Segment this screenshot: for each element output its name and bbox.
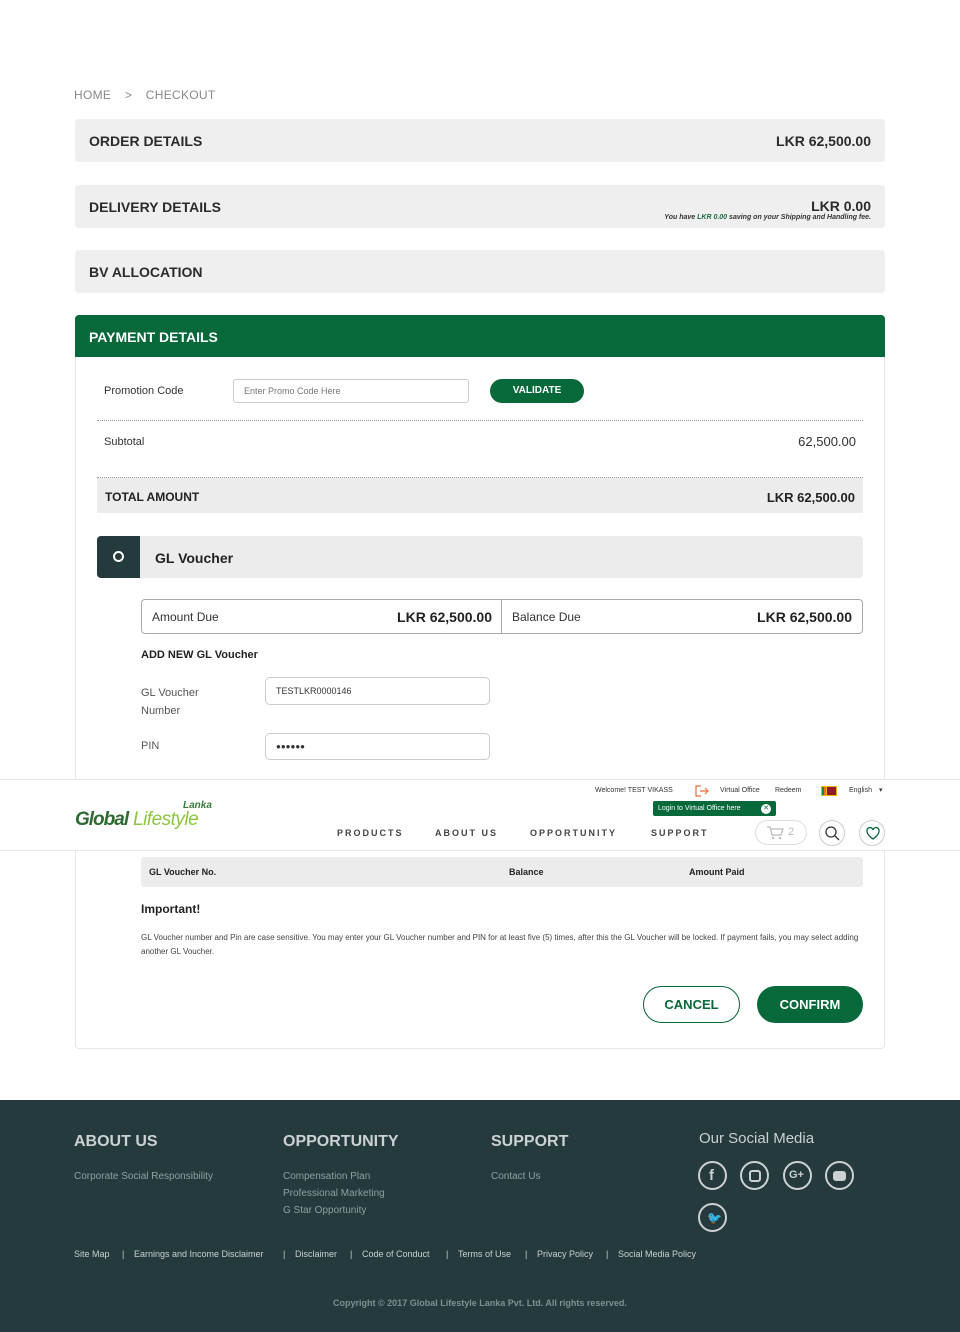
footer-link-contact[interactable]: Contact Us (491, 1171, 540, 1182)
footer-link-sitemap[interactable]: Site Map (74, 1249, 110, 1259)
twitter-icon[interactable]: 🐦 (698, 1203, 727, 1232)
footer-about-title: ABOUT US (74, 1133, 158, 1150)
footer-link-compensation[interactable]: Compensation Plan (283, 1171, 370, 1182)
breadcrumb-current: CHECKOUT (145, 88, 216, 102)
validate-button[interactable]: VALIDATE (490, 379, 584, 403)
pin-label: PIN (141, 740, 160, 752)
total-amount-value: LKR 62,500.00 (766, 490, 855, 505)
subtotal-value: 62,500.00 (798, 434, 856, 449)
delivery-savings-note: You have LKR 0.00 saving on your Shippin… (664, 214, 871, 221)
close-icon[interactable]: ✕ (761, 804, 771, 814)
facebook-icon[interactable]: f (698, 1161, 727, 1190)
balance-due-label: Balance Due (512, 610, 581, 624)
footer-link-csr[interactable]: Corporate Social Responsibility (74, 1171, 213, 1182)
payment-details-header[interactable]: PAYMENT DETAILS (75, 315, 885, 357)
delivery-details-title: DELIVERY DETAILS (89, 199, 221, 215)
payment-details-title: PAYMENT DETAILS (89, 329, 218, 345)
instagram-icon[interactable] (740, 1161, 769, 1190)
virtual-office-link[interactable]: Virtual Office (720, 787, 760, 794)
due-summary: Amount Due LKR 62,500.00 Balance Due LKR… (141, 599, 863, 634)
breadcrumb-home[interactable]: HOME (74, 88, 111, 102)
column-amount-paid: Amount Paid (689, 867, 745, 877)
gl-voucher-radio[interactable] (97, 536, 140, 578)
amount-due-value: LKR 62,500.00 (397, 609, 492, 625)
voucher-number-input[interactable]: TESTLKR0000146 (265, 677, 490, 705)
footer-link-code-of-conduct[interactable]: Code of Conduct (362, 1249, 430, 1259)
copyright-text: Copyright © 2017 Global Lifestyle Lanka … (333, 1298, 627, 1308)
footer-link-professional-marketing[interactable]: Professional Marketing (283, 1188, 385, 1199)
subtotal-label: Subtotal (104, 436, 145, 448)
nav-support[interactable]: SUPPORT (651, 828, 709, 838)
google-plus-icon[interactable]: G+ (783, 1161, 812, 1190)
important-text: GL Voucher number and Pin are case sensi… (141, 933, 859, 956)
cart-icon (767, 826, 784, 840)
nav-about-us[interactable]: ABOUT US (435, 828, 498, 838)
wishlist-button[interactable] (859, 820, 885, 846)
footer-link-terms[interactable]: Terms of Use (458, 1249, 511, 1259)
logout-icon[interactable] (695, 785, 709, 797)
pin-input[interactable]: ●●●●●● (265, 733, 490, 760)
add-new-voucher-heading: ADD NEW GL Voucher (141, 649, 258, 661)
site-footer: ABOUT US Corporate Social Responsibility… (0, 1100, 960, 1332)
footer-link-g-star[interactable]: G Star Opportunity (283, 1205, 366, 1216)
gl-voucher-title: GL Voucher (155, 550, 234, 566)
tooltip-text: Login to Virtual Office here (658, 805, 741, 812)
order-details-title: ORDER DETAILS (89, 133, 203, 149)
footer-opportunity-title: OPPORTUNITY (283, 1133, 399, 1150)
order-details-panel[interactable]: ORDER DETAILS LKR 62,500.00 (75, 119, 885, 162)
promo-code-label: Promotion Code (104, 385, 184, 397)
cart-button[interactable]: 2 (755, 820, 807, 845)
footer-link-disclaimer[interactable]: Disclaimer (295, 1249, 337, 1259)
site-header: Welcome! TEST VIKASS Virtual Office Rede… (0, 779, 960, 851)
bv-allocation-panel[interactable]: BV ALLOCATION (75, 250, 885, 293)
flag-icon (821, 786, 837, 796)
nav-products[interactable]: PRODUCTS (337, 828, 404, 838)
divider (97, 420, 863, 421)
column-voucher-no: GL Voucher No. (149, 867, 217, 877)
heart-icon (866, 827, 880, 840)
total-amount-bar: TOTAL AMOUNT LKR 62,500.00 (97, 478, 863, 513)
radio-circle-icon (113, 551, 124, 562)
footer-link-earnings-disclaimer[interactable]: Earnings and Income Disclaimer (134, 1249, 264, 1259)
footer-support-title: SUPPORT (491, 1133, 569, 1150)
voucher-number-label: GL Voucher Number (141, 687, 199, 717)
welcome-text: Welcome! TEST VIKASS (595, 787, 673, 794)
site-logo[interactable]: Lanka Global Lifestyle (75, 800, 220, 834)
amount-due-label: Amount Due (152, 610, 219, 624)
order-details-amount: LKR 62,500.00 (776, 133, 871, 149)
balance-due-value: LKR 62,500.00 (757, 609, 852, 625)
search-icon (825, 826, 840, 841)
footer-link-social-policy[interactable]: Social Media Policy (618, 1249, 696, 1259)
social-media-title: Our Social Media (699, 1130, 815, 1147)
youtube-icon[interactable] (825, 1161, 854, 1190)
column-balance: Balance (509, 867, 544, 877)
confirm-button[interactable]: CONFIRM (757, 986, 863, 1023)
delivery-details-panel[interactable]: DELIVERY DETAILS LKR 0.00 You have LKR 0… (75, 185, 885, 228)
gl-voucher-option[interactable]: GL Voucher (97, 536, 863, 578)
redeem-link[interactable]: Redeem (775, 787, 801, 794)
breadcrumb-separator: > (124, 88, 133, 102)
footer-link-privacy[interactable]: Privacy Policy (537, 1249, 593, 1259)
promo-code-input[interactable]: Enter Promo Code Here (233, 379, 469, 403)
language-select[interactable]: English (849, 787, 872, 794)
important-title: Important! (141, 902, 201, 916)
voucher-table-header: GL Voucher No. Balance Amount Paid (141, 857, 863, 887)
cart-count: 2 (788, 826, 795, 838)
search-button[interactable] (819, 820, 845, 846)
nav-opportunity[interactable]: OPPORTUNITY (530, 828, 617, 838)
cancel-button[interactable]: CANCEL (643, 986, 740, 1023)
delivery-details-amount: LKR 0.00 (811, 198, 871, 214)
virtual-office-tooltip: Login to Virtual Office here ✕ (653, 801, 776, 816)
breadcrumb: HOME > CHECKOUT (74, 88, 226, 102)
total-amount-label: TOTAL AMOUNT (105, 490, 200, 504)
chevron-down-icon[interactable]: ▾ (879, 786, 883, 794)
bv-allocation-title: BV ALLOCATION (89, 264, 203, 280)
